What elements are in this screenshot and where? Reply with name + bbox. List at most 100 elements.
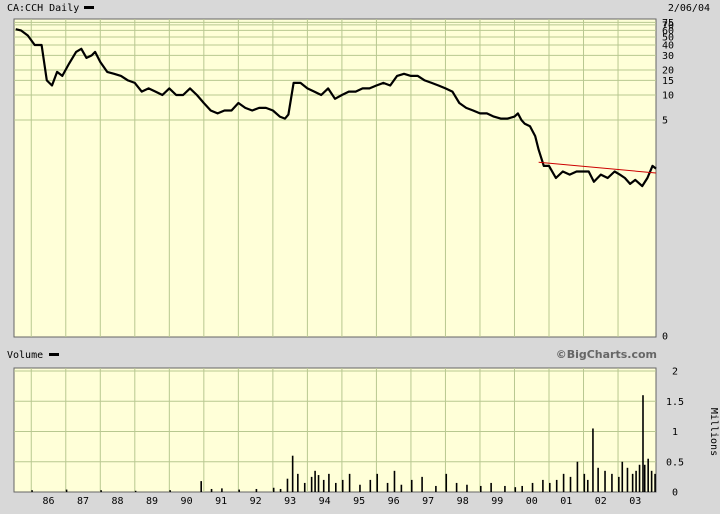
volume-bar [393, 470, 396, 492]
x-tick-label: 02 [595, 496, 607, 507]
volume-bar [421, 476, 423, 492]
volume-bar [65, 489, 68, 492]
volume-bar [221, 488, 223, 492]
volume-bar [328, 473, 330, 492]
x-tick-label: 95 [353, 496, 365, 507]
volume-label: Volume [7, 350, 43, 361]
volume-bar [445, 473, 448, 492]
volume-bar [169, 490, 171, 492]
price-plot-area [13, 18, 657, 338]
x-tick-label: 91 [215, 496, 227, 507]
x-tick-label: 99 [491, 496, 503, 507]
price-y-tick-label: 5 [662, 116, 668, 127]
volume-bar [376, 473, 379, 492]
x-tick-label: 92 [250, 496, 262, 507]
x-tick-label: 94 [319, 496, 331, 507]
volume-y-tick-label: 1 [672, 427, 678, 438]
volume-bar [650, 470, 653, 492]
volume-bar [435, 485, 437, 492]
volume-bar [514, 487, 517, 492]
volume-bar [626, 467, 629, 492]
volume-bar [279, 488, 282, 492]
x-tick-label: 97 [422, 496, 434, 507]
price-legend-swatch [84, 6, 94, 9]
volume-bar [369, 479, 372, 492]
volume-bar [210, 488, 213, 492]
volume-bar [31, 490, 33, 492]
volume-bar [504, 485, 506, 492]
volume-y-tick-label: 2 [672, 367, 678, 378]
x-tick-label: 03 [629, 496, 641, 507]
stock-chart: CA:CCH Daily 2/06/04 7570605040302015105… [7, 3, 719, 507]
volume-bar [647, 458, 649, 492]
volume-bar [604, 470, 606, 492]
volume-bar [322, 479, 325, 492]
volume-bar [291, 455, 294, 492]
x-tick-label: 98 [457, 496, 469, 507]
volume-bar [642, 395, 644, 492]
price-y-tick-label: 20 [662, 66, 674, 77]
volume-bar [597, 467, 599, 492]
volume-bar [297, 473, 299, 492]
volume-bar [200, 481, 202, 492]
chart-date: 2/06/04 [668, 3, 710, 14]
x-tick-label: 93 [284, 496, 296, 507]
volume-bar [400, 484, 403, 492]
volume-unit-label: Millions [708, 408, 719, 456]
volume-bar [621, 461, 624, 492]
volume-bar [479, 485, 482, 492]
volume-bar [631, 473, 634, 492]
x-tick-label: 90 [181, 496, 193, 507]
volume-bar [583, 473, 586, 492]
x-tick-label: 88 [112, 496, 124, 507]
volume-bar [654, 473, 656, 492]
volume-bar [618, 476, 620, 492]
volume-bar [303, 482, 306, 492]
volume-bar [386, 482, 389, 492]
volume-bar [490, 482, 492, 492]
volume-bar [341, 479, 344, 492]
volume-bar [314, 470, 316, 492]
volume-bar [310, 476, 313, 492]
volume-bar [410, 479, 413, 492]
price-y-tick-label: 10 [662, 91, 674, 102]
volume-bar [643, 464, 646, 492]
x-tick-label: 01 [560, 496, 572, 507]
volume-bar [549, 482, 551, 492]
volume-bar [635, 470, 637, 492]
volume-y-tick-label: 0 [672, 488, 678, 499]
volume-y-tick-label: 1.5 [666, 397, 684, 408]
x-tick-label: 89 [146, 496, 158, 507]
volume-bar [531, 482, 534, 492]
price-y-tick-label: 0 [662, 332, 668, 343]
volume-plot-area [13, 367, 657, 493]
price-y-axis: 75706050403020151050 [662, 18, 674, 343]
volume-bar [521, 485, 523, 492]
x-tick-label: 96 [388, 496, 400, 507]
volume-bar [455, 482, 458, 492]
volume-bar [348, 473, 351, 492]
volume-bar [555, 479, 558, 492]
volume-bar [335, 482, 337, 492]
x-axis: 86 87 88 89 90 91 92 93 94 95 96 97 98 99 00 01 02 03 [42, 496, 641, 507]
volume-bar [359, 484, 361, 492]
volume-bar [317, 475, 320, 492]
volume-legend-swatch [49, 353, 59, 356]
x-tick-label: 87 [77, 496, 89, 507]
volume-y-tick-label: 0.5 [666, 457, 684, 468]
volume-bar [100, 490, 102, 492]
bigcharts-logo: ©BigCharts.com [556, 348, 657, 361]
volume-bar [638, 464, 641, 492]
volume-bar [562, 473, 565, 492]
volume-bar [542, 479, 544, 492]
volume-bar [576, 461, 579, 492]
volume-bar [255, 488, 258, 492]
price-y-tick-label: 30 [662, 51, 674, 62]
volume-bar [611, 473, 613, 492]
volume-bar [134, 490, 137, 492]
volume-bar [586, 479, 589, 492]
x-tick-label: 86 [42, 496, 54, 507]
price-y-tick-label: 15 [662, 76, 674, 87]
volume-bar [272, 487, 275, 492]
volume-bar [238, 489, 240, 492]
